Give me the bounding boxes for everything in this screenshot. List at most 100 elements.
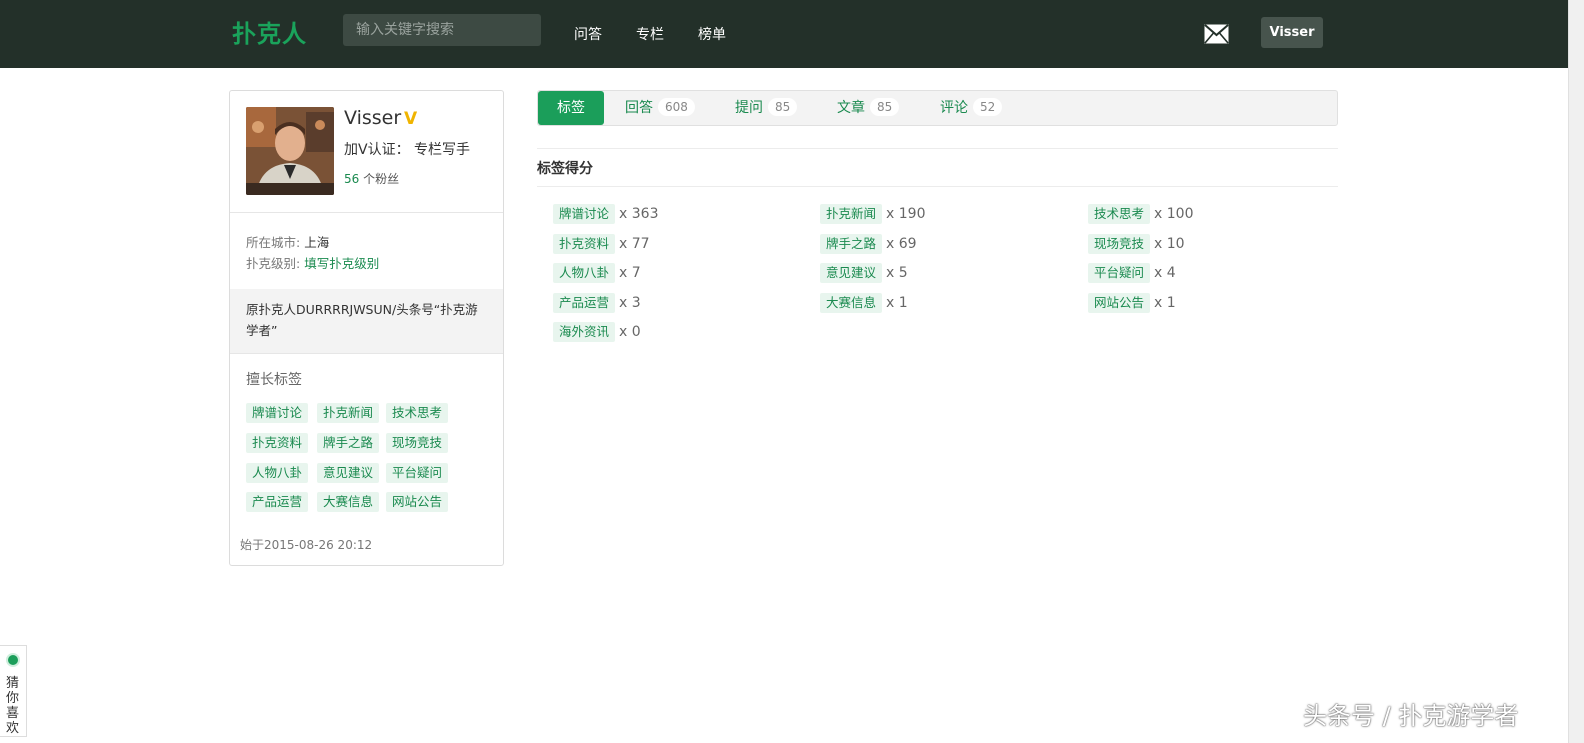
score-tag[interactable]: 扑克资料: [553, 234, 616, 254]
nav-qa[interactable]: 问答: [574, 24, 602, 44]
score-tag[interactable]: 牌谱讨论: [553, 204, 616, 224]
section-title: 标签得分: [537, 161, 593, 177]
score-tag[interactable]: 平台疑问: [1088, 263, 1151, 283]
score-tag[interactable]: 牌手之路: [820, 234, 883, 254]
score-tag[interactable]: 网站公告: [1088, 293, 1151, 313]
fans-label: 个粉丝: [359, 172, 400, 186]
score-tag[interactable]: 现场竞技: [1088, 234, 1151, 254]
status-dot-icon: [6, 653, 20, 667]
expertise-tags-title: 擅长标签: [246, 372, 302, 388]
verified-badge-icon: V: [404, 109, 418, 129]
expertise-tag[interactable]: 技术思考: [386, 403, 449, 423]
tab-answers[interactable]: 回答 608: [625, 91, 695, 125]
tag-score-item: 产品运营 x 3: [553, 293, 641, 313]
expertise-tag[interactable]: 牌手之路: [317, 433, 380, 453]
score-tag[interactable]: 人物八卦: [553, 263, 616, 283]
tag-score-item: 海外资讯 x 0: [553, 322, 641, 342]
city-label: 所在城市:: [246, 235, 305, 250]
city-value: 上海: [304, 235, 330, 250]
tag-score-item: 意见建议 x 5: [820, 263, 908, 283]
tab-count-badge: 85: [870, 98, 900, 116]
score-value: x 69: [886, 236, 917, 252]
tag-score-item: 平台疑问 x 4: [1088, 263, 1176, 283]
avatar-photo-icon: [246, 107, 334, 195]
guess-you-like-widget[interactable]: 猜你喜欢: [0, 645, 27, 737]
tag-score-item: 技术思考 x 100: [1088, 204, 1193, 224]
score-value: x 7: [619, 265, 641, 281]
score-tag[interactable]: 产品运营: [553, 293, 616, 313]
tab-tags[interactable]: 标签: [538, 91, 604, 125]
tab-comments[interactable]: 评论 52: [940, 91, 1003, 125]
avatar[interactable]: [246, 107, 334, 195]
expertise-tag[interactable]: 扑克资料: [246, 433, 309, 453]
score-value: x 10: [1154, 236, 1185, 252]
score-value: x 3: [619, 295, 641, 311]
tab-count-badge: 52: [973, 98, 1003, 116]
score-value: x 190: [886, 206, 926, 222]
tag-score-item: 现场竞技 x 10: [1088, 234, 1185, 254]
tag-score-item: 扑克新闻 x 190: [820, 204, 925, 224]
tab-questions[interactable]: 提问 85: [735, 91, 798, 125]
tag-score-item: 牌谱讨论 x 363: [553, 204, 658, 224]
tag-score-item: 牌手之路 x 69: [820, 234, 917, 254]
verification-info: 加V认证： 专栏写手: [344, 139, 470, 159]
nav-column[interactable]: 专栏: [636, 24, 664, 44]
score-value: x 100: [1154, 206, 1194, 222]
profile-name: Visser: [344, 107, 402, 129]
divider: [537, 148, 1338, 149]
watermark: 头条号 / 扑克游学者: [1303, 702, 1519, 730]
divider: [230, 212, 503, 213]
profile-tabs: 标签 回答 608 提问 85 文章 85 评论 52: [537, 90, 1338, 126]
verify-value: 专栏写手: [414, 142, 471, 158]
score-tag[interactable]: 意见建议: [820, 263, 883, 283]
tag-score-item: 网站公告 x 1: [1088, 293, 1176, 313]
tab-count-badge: 85: [768, 98, 798, 116]
verify-label: 加V认证：: [344, 142, 410, 158]
divider: [537, 186, 1338, 187]
divider: [230, 353, 503, 354]
tab-label: 评论: [940, 100, 968, 116]
expertise-tag[interactable]: 大赛信息: [317, 492, 380, 512]
member-since: 始于2015-08-26 20:12: [240, 538, 373, 552]
score-tag[interactable]: 技术思考: [1088, 204, 1151, 224]
level-info: 扑克级别: 填写扑克级别: [246, 253, 379, 272]
expertise-tag[interactable]: 现场竞技: [386, 433, 449, 453]
tab-articles[interactable]: 文章 85: [837, 91, 900, 125]
tag-score-item: 人物八卦 x 7: [553, 263, 641, 283]
score-value: x 1: [1154, 295, 1176, 311]
profile-card: Visser V 加V认证： 专栏写手 56 个粉丝 所在城市: 上海 扑克级别…: [229, 90, 504, 566]
page-scrollbar[interactable]: [1568, 0, 1584, 743]
score-tag[interactable]: 海外资讯: [553, 322, 616, 342]
tab-label: 文章: [837, 100, 865, 116]
score-tag[interactable]: 大赛信息: [820, 293, 883, 313]
expertise-tag[interactable]: 人物八卦: [246, 463, 309, 483]
expertise-tag[interactable]: 意见建议: [317, 463, 380, 483]
fill-level-link[interactable]: 填写扑克级别: [304, 256, 379, 271]
score-value: x 363: [619, 206, 659, 222]
expertise-tag[interactable]: 产品运营: [246, 492, 309, 512]
score-value: x 4: [1154, 265, 1176, 281]
tab-label: 标签: [557, 100, 585, 116]
tab-label: 提问: [735, 100, 763, 116]
fans-count[interactable]: 56 个粉丝: [344, 170, 399, 187]
top-navbar: 扑克人 问答 专栏 榜单 Visser: [0, 0, 1568, 68]
score-value: x 77: [619, 236, 650, 252]
fans-number: 56: [344, 172, 360, 186]
expertise-tag[interactable]: 网站公告: [386, 492, 449, 512]
expertise-tag[interactable]: 牌谱讨论: [246, 403, 309, 423]
site-logo[interactable]: 扑克人: [232, 14, 307, 49]
nav-ranking[interactable]: 榜单: [698, 24, 726, 44]
score-tag[interactable]: 扑克新闻: [820, 204, 883, 224]
mail-icon[interactable]: [1204, 24, 1229, 44]
tag-score-item: 大赛信息 x 1: [820, 293, 908, 313]
user-menu-button[interactable]: Visser: [1261, 17, 1323, 48]
expertise-tag[interactable]: 扑克新闻: [317, 403, 380, 423]
tab-label: 回答: [625, 100, 653, 116]
expertise-tag[interactable]: 平台疑问: [386, 463, 449, 483]
search-input[interactable]: [343, 14, 541, 46]
score-value: x 0: [619, 324, 641, 340]
level-label: 扑克级别:: [246, 256, 305, 271]
city-info: 所在城市: 上海: [246, 232, 329, 251]
score-value: x 5: [886, 265, 908, 281]
tag-score-item: 扑克资料 x 77: [553, 234, 650, 254]
